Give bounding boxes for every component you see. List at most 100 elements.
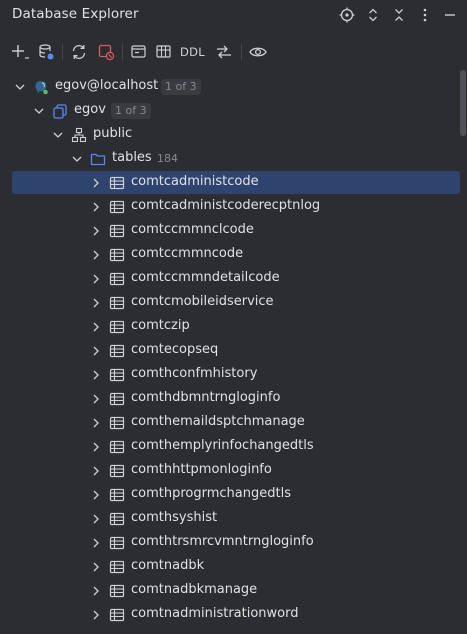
chevron-right-icon[interactable] — [89, 176, 103, 190]
table-row[interactable]: comtcmobileidservice — [0, 291, 460, 315]
table-icon — [109, 368, 125, 382]
panel-header: Database Explorer — [0, 0, 467, 30]
table-icon — [109, 176, 125, 190]
chevron-down-icon[interactable] — [70, 152, 84, 166]
chevron-right-icon[interactable] — [89, 536, 103, 550]
crosshair-icon[interactable] — [337, 5, 357, 25]
folder-icon — [90, 153, 106, 166]
table-row[interactable]: comtnadbk — [0, 555, 460, 579]
table-name: comthsyshist — [131, 510, 218, 525]
ddl-button[interactable]: DDL — [180, 40, 205, 64]
table-row[interactable]: comtccmmnclcode — [0, 219, 460, 243]
tree-node-data-source[interactable]: egov@localhost 1 of 3 — [0, 75, 460, 99]
tree-node-label: egov@localhost — [55, 78, 159, 93]
table-row[interactable]: comthprogrmchangedtls — [0, 483, 460, 507]
chevron-right-icon[interactable] — [89, 512, 103, 526]
table-name: comthhttpmonloginfo — [131, 462, 272, 477]
tables-count: 184 — [157, 152, 178, 165]
table-row[interactable]: comtcadministcode — [0, 171, 460, 195]
table-row[interactable]: comtcadministcoderecptnlog — [0, 195, 460, 219]
table-row[interactable]: comtnadbkmanage — [0, 579, 460, 603]
chevron-down-icon[interactable] — [51, 128, 65, 142]
table-name: comtcadministcode — [131, 174, 259, 189]
table-icon — [109, 440, 125, 454]
more-vertical-icon[interactable] — [415, 5, 435, 25]
chevron-right-icon[interactable] — [89, 320, 103, 334]
chevron-right-icon[interactable] — [89, 440, 103, 454]
chevron-right-icon[interactable] — [89, 608, 103, 622]
expand-collapse-icon[interactable] — [363, 5, 383, 25]
table-row[interactable]: comthconfmhistory — [0, 363, 460, 387]
jump-icon[interactable] — [213, 40, 235, 64]
badge-1-of-3: 1 of 3 — [161, 79, 201, 95]
refresh-icon[interactable] — [68, 40, 90, 64]
tree-node-database[interactable]: egov 1 of 3 — [0, 99, 460, 123]
schema-icon — [71, 127, 87, 143]
table-row[interactable]: comthdbmntrngloginfo — [0, 387, 460, 411]
table-name: comtnadbkmanage — [131, 582, 258, 597]
chevron-right-icon[interactable] — [89, 200, 103, 214]
chevron-right-icon[interactable] — [89, 296, 103, 310]
chevron-right-icon[interactable] — [89, 368, 103, 382]
vertical-scrollbar[interactable] — [460, 70, 466, 136]
table-icon — [109, 584, 125, 598]
chevron-down-icon[interactable] — [32, 104, 46, 118]
table-name: comtczip — [131, 318, 190, 333]
minimize-icon[interactable] — [440, 5, 460, 25]
table-icon — [109, 344, 125, 358]
table-row[interactable]: comtecopseq — [0, 339, 460, 363]
table-view-icon[interactable] — [153, 40, 175, 64]
table-row[interactable]: comthemaildsptchmanage — [0, 411, 460, 435]
table-row[interactable]: comtczip — [0, 315, 460, 339]
data-source-properties-icon[interactable] — [35, 40, 57, 64]
table-row[interactable]: comtccmmncode — [0, 243, 460, 267]
table-icon — [109, 608, 125, 622]
table-icon — [109, 272, 125, 286]
table-icon — [109, 320, 125, 334]
table-row[interactable]: comtccmmndetailcode — [0, 267, 460, 291]
table-name: comthemaildsptchmanage — [131, 414, 305, 429]
table-icon — [109, 464, 125, 478]
database-explorer-panel: Database Explorer DDL egov@localhost 1 o… — [0, 0, 467, 634]
tree-node-schema[interactable]: public — [0, 123, 460, 147]
table-row[interactable]: comtnadministrationword — [0, 603, 460, 627]
chevron-right-icon[interactable] — [89, 464, 103, 478]
table-icon — [109, 248, 125, 262]
chevron-right-icon[interactable] — [89, 584, 103, 598]
chevron-down-icon[interactable] — [13, 80, 27, 94]
disconnect-icon[interactable] — [95, 40, 117, 64]
chevron-right-icon[interactable] — [89, 488, 103, 502]
table-name: comtccmmncode — [131, 246, 244, 261]
console-icon[interactable] — [128, 40, 150, 64]
table-name: comthemplyrinfochangedtls — [131, 438, 314, 453]
chevron-right-icon[interactable] — [89, 560, 103, 574]
table-icon — [109, 488, 125, 502]
collapse-all-icon[interactable] — [389, 5, 409, 25]
table-row[interactable]: comthhttpmonloginfo — [0, 459, 460, 483]
postgresql-icon — [35, 81, 48, 95]
table-icon — [109, 536, 125, 550]
view-options-icon[interactable] — [247, 40, 269, 64]
toolbar: DDL — [0, 38, 467, 66]
chevron-right-icon[interactable] — [89, 248, 103, 262]
chevron-right-icon[interactable] — [89, 272, 103, 286]
chevron-right-icon[interactable] — [89, 416, 103, 430]
table-row[interactable]: comthtrsmrcvmntrngloginfo — [0, 531, 460, 555]
table-name: comtcadministcoderecptnlog — [131, 198, 321, 213]
chevron-right-icon[interactable] — [89, 344, 103, 358]
table-row[interactable]: comthsyshist — [0, 507, 460, 531]
table-row[interactable]: comthemplyrinfochangedtls — [0, 435, 460, 459]
table-icon — [109, 416, 125, 430]
chevron-right-icon[interactable] — [89, 224, 103, 238]
table-name: comtccmmndetailcode — [131, 270, 280, 285]
table-name: comthconfmhistory — [131, 366, 258, 381]
badge-1-of-3: 1 of 3 — [111, 103, 151, 119]
table-icon — [109, 560, 125, 574]
chevron-right-icon[interactable] — [89, 392, 103, 406]
toolbar-separator — [241, 44, 242, 60]
table-name: comtccmmnclcode — [131, 222, 254, 237]
add-icon[interactable] — [9, 40, 31, 64]
table-icon — [109, 512, 125, 526]
tree-node-label: public — [93, 126, 133, 141]
tree-node-tables-folder[interactable]: tables 184 — [0, 147, 460, 171]
